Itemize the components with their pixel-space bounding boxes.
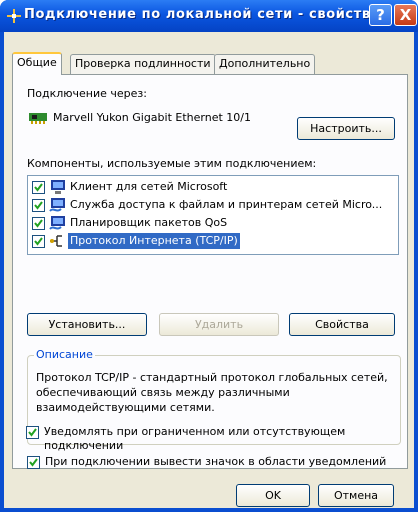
help-icon: ? [376, 6, 385, 24]
properties-button[interactable]: Свойства [289, 313, 395, 336]
close-icon: X [399, 6, 412, 24]
properties-button-label: Свойства [315, 318, 369, 331]
tab-general-label: Общие [17, 56, 57, 69]
title-bar[interactable]: Подключение по локальной сети - свойства… [0, 0, 418, 32]
components-label: Компоненты, используемые этим подключени… [27, 157, 317, 170]
tab-general[interactable]: Общие [12, 52, 62, 75]
connect-using-label: Подключение через: [27, 87, 147, 100]
list-item[interactable]: Протокол Интернета (TCP/IP) [32, 232, 396, 250]
list-item[interactable]: Планировщик пакетов QoS [32, 214, 396, 232]
dialog-client-area: Общие Проверка подлинности Дополнительно… [4, 32, 414, 508]
component-label: Клиент для сетей Microsoft [70, 180, 228, 193]
properties-window: Подключение по локальной сети - свойства… [0, 0, 418, 512]
description-text: Протокол TCP/IP - стандартный протокол г… [36, 371, 388, 414]
list-item[interactable]: Клиент для сетей Microsoft [32, 178, 396, 196]
tab-advanced[interactable]: Дополнительно [214, 54, 316, 74]
ok-button-label: OK [265, 489, 281, 502]
component-checkbox[interactable] [32, 217, 45, 230]
install-button[interactable]: Установить... [27, 313, 147, 336]
component-checkbox[interactable] [32, 181, 45, 194]
remove-button: Удалить [159, 313, 279, 336]
component-checkbox[interactable] [32, 235, 45, 248]
component-label: Планировщик пакетов QoS [70, 216, 228, 229]
protocol-icon [49, 233, 67, 249]
qos-scheduler-icon [49, 215, 67, 231]
network-client-icon [49, 179, 67, 195]
file-printer-sharing-icon [49, 197, 67, 213]
description-title: Описание [34, 348, 95, 361]
tab-authentication[interactable]: Проверка подлинности [70, 54, 216, 74]
cancel-button-label: Отмена [333, 489, 379, 502]
component-label: Протокол Интернета (TCP/IP) [68, 233, 240, 249]
show-icon-checkbox-box[interactable] [27, 456, 40, 469]
close-button[interactable]: X [394, 4, 417, 26]
network-adapter-icon [29, 112, 47, 124]
notify-checkbox-label: Уведомлять при ограниченном или отсутств… [44, 425, 346, 452]
notify-checkbox-box[interactable] [26, 426, 39, 439]
tab-advanced-label: Дополнительно [219, 57, 311, 70]
window-title: Подключение по локальной сети - свойства [24, 7, 381, 22]
network-connection-icon [6, 8, 22, 24]
tab-authentication-label: Проверка подлинности [75, 57, 211, 70]
remove-button-label: Удалить [194, 318, 244, 331]
general-tab-panel: Подключение через: Marvell Yukon Gigabit… [12, 74, 408, 469]
help-button[interactable]: ? [369, 4, 392, 26]
ok-button[interactable]: OK [236, 484, 310, 507]
adapter-name: Marvell Yukon Gigabit Ethernet 10/1 [53, 111, 251, 124]
component-label: Служба доступа к файлам и принтерам сете… [70, 198, 383, 211]
components-list[interactable]: Клиент для сетей Microsoft Служба доступ… [27, 175, 399, 255]
configure-button-label: Настроить... [310, 122, 382, 135]
show-icon-checkbox-label: При подключении вывести значок в области… [45, 455, 387, 468]
list-item[interactable]: Служба доступа к файлам и принтерам сете… [32, 196, 396, 214]
configure-button[interactable]: Настроить... [297, 117, 395, 140]
cancel-button[interactable]: Отмена [318, 484, 394, 507]
component-checkbox[interactable] [32, 199, 45, 212]
install-button-label: Установить... [48, 318, 126, 331]
